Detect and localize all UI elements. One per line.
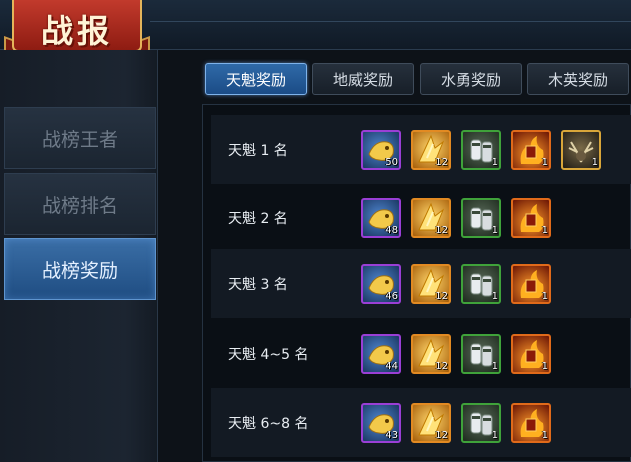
golden-fish-icon[interactable]: 46 [361,263,401,304]
flame-chest-icon[interactable]: 1 [511,197,551,238]
page-title: 战报 [40,12,113,50]
golden-fish-icon[interactable]: 44 [361,333,401,374]
tab-muying-rewards[interactable]: 木英奖励 [527,63,629,95]
golden-fish-icon[interactable]: 48 [361,197,401,238]
item-count: 50 [385,156,398,168]
item-count: 1 [491,224,498,236]
flame-chest-icon[interactable]: 1 [511,333,551,374]
sidebar: 战榜王者 战榜排名 战榜奖励 [0,50,158,462]
item-count: 12 [435,290,448,302]
reward-row: 天魁 6~8 名 43 12 1 1 [211,388,631,457]
reward-rank-label: 天魁 2 名 [228,210,288,227]
item-count: 1 [491,156,498,168]
item-count: 1 [541,156,548,168]
white-gauntlets-icon[interactable]: 1 [461,333,501,374]
flame-chest-icon[interactable]: 1 [511,402,551,443]
white-gauntlets-icon[interactable]: 1 [461,129,501,170]
reward-rank-label: 天魁 4~5 名 [228,346,309,363]
item-count: 43 [385,429,398,441]
tab-diwei-rewards[interactable]: 地威奖励 [312,63,414,95]
golden-fish-icon[interactable]: 50 [361,129,401,170]
flame-chest-icon[interactable]: 1 [511,263,551,304]
item-count: 1 [491,429,498,441]
white-gauntlets-icon[interactable]: 1 [461,263,501,304]
white-gauntlets-icon[interactable]: 1 [461,402,501,443]
item-count: 1 [541,360,548,372]
antler-mount-icon[interactable]: 1 [561,129,601,170]
reward-rank-label: 天魁 1 名 [228,142,288,159]
sidebar-item-ranking-rewards[interactable]: 战榜奖励 [4,238,156,300]
sidebar-item-ranking-king[interactable]: 战榜王者 [4,107,156,169]
golden-fish-icon[interactable]: 43 [361,402,401,443]
golden-wing-icon[interactable]: 12 [411,197,451,238]
item-count: 48 [385,224,398,236]
golden-wing-icon[interactable]: 12 [411,402,451,443]
item-count: 1 [591,156,598,168]
item-count: 12 [435,429,448,441]
item-count: 1 [491,290,498,302]
item-count: 12 [435,360,448,372]
rewards-panel: 天魁 1 名 50 12 1 1 1 天魁 2 名 48 12 1 1 天魁 3 名 46 12 1 1 天魁 … [202,104,631,462]
reward-row: 天魁 2 名 48 12 1 1 [211,183,631,252]
reward-row: 天魁 1 名 50 12 1 1 1 [211,115,631,184]
item-count: 46 [385,290,398,302]
golden-wing-icon[interactable]: 12 [411,333,451,374]
reward-rank-label: 天魁 6~8 名 [228,415,309,432]
item-count: 1 [541,429,548,441]
golden-wing-icon[interactable]: 12 [411,129,451,170]
item-count: 1 [541,224,548,236]
item-count: 12 [435,224,448,236]
reward-row: 天魁 4~5 名 44 12 1 1 [211,319,631,388]
item-count: 12 [435,156,448,168]
reward-row: 天魁 3 名 46 12 1 1 [211,249,631,318]
item-count: 1 [491,360,498,372]
item-count: 1 [541,290,548,302]
item-count: 44 [385,360,398,372]
golden-wing-icon[interactable]: 12 [411,263,451,304]
white-gauntlets-icon[interactable]: 1 [461,197,501,238]
tab-shuiyong-rewards[interactable]: 水勇奖励 [420,63,522,95]
tab-tiankui-rewards[interactable]: 天魁奖励 [205,63,307,95]
flame-chest-icon[interactable]: 1 [511,129,551,170]
sidebar-item-ranking-list[interactable]: 战榜排名 [4,173,156,235]
reward-rank-label: 天魁 3 名 [228,276,288,293]
